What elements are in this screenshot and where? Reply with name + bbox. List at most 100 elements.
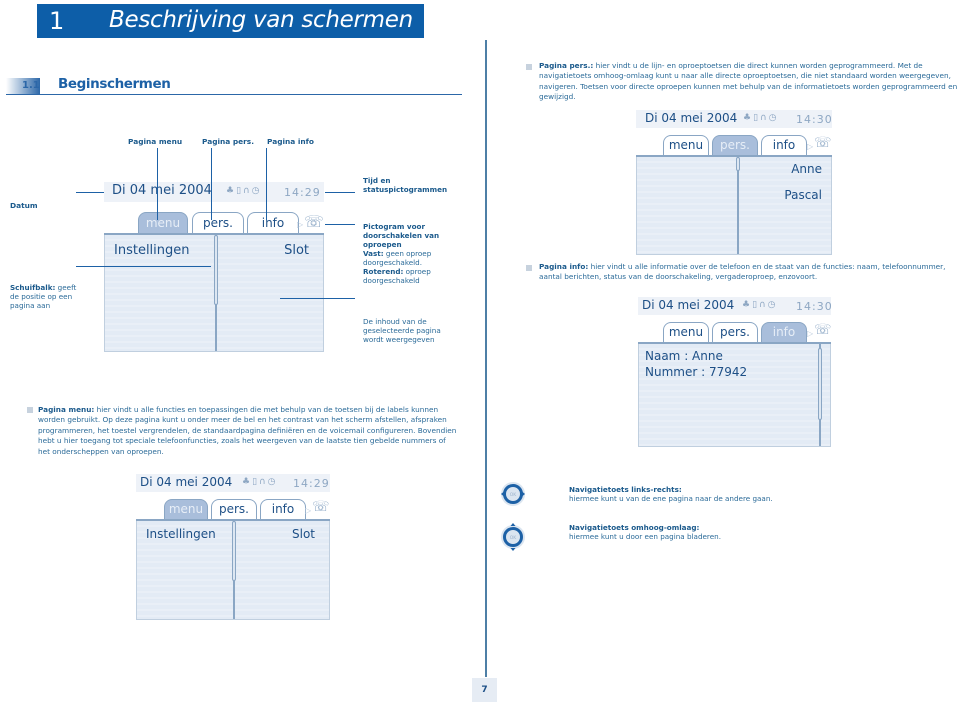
paragraph-menu-text: hier vindt u alle functies en toepassing…	[38, 405, 457, 456]
date-label: Di 04 mei 2004	[642, 298, 735, 312]
tab-label: info	[772, 325, 796, 339]
chapter-header: 1 Beschrijving van schermen	[37, 4, 424, 38]
nav-up-down-title: Navigatietoets omhoog-omlaag:	[569, 523, 700, 532]
tab-menu[interactable]: menu	[164, 499, 208, 519]
nav-key-up-down: OK	[500, 522, 526, 551]
page-content: Instellingen Slot	[136, 521, 330, 620]
column-divider	[485, 40, 487, 677]
scrollbar-thumb[interactable]	[214, 235, 218, 305]
status-bar: Di 04 mei 2004 ♣▯∩◷ 14:29	[136, 474, 330, 492]
callout-datum: Datum	[10, 201, 38, 210]
tab-info[interactable]: info	[260, 499, 306, 519]
headset-icon: ∩	[243, 186, 252, 196]
callout-roterend-bold: Roterend:	[363, 267, 404, 276]
date-label: Di 04 mei 2004	[645, 111, 738, 125]
info-phone-display: Di 04 mei 2004 ♣▯∩◷ 14:30 menu pers. inf…	[638, 297, 833, 447]
scrollbar-thumb[interactable]	[818, 348, 822, 420]
callout-line-inhoud	[280, 298, 355, 299]
nav-left-right-title: Navigatietoets links-rechts:	[569, 485, 682, 494]
tab-arrow-icon: ▷	[297, 220, 304, 229]
lock-icon: ▯	[753, 113, 761, 123]
paragraph-pers-bold: Pagina pers.:	[539, 61, 594, 70]
tab-info[interactable]: info	[761, 322, 807, 342]
nav-left-right-icon: OK	[501, 482, 525, 506]
paragraph-info-text: hier vindt u alle informatie over de tel…	[539, 262, 946, 282]
tab-pers[interactable]: pers.	[192, 212, 244, 234]
clock-icon: ◷	[267, 477, 278, 487]
callout-pagina-menu: Pagina menu	[128, 137, 183, 146]
time-label: 14:30	[796, 300, 833, 313]
pers-phone-display: Di 04 mei 2004 ♣▯∩◷ 14:30 menu pers. inf…	[636, 110, 832, 255]
status-bar: Di 04 mei 2004 ♣▯∩◷ 14:29	[104, 182, 324, 202]
clock-icon: ◷	[251, 186, 262, 196]
clock-icon: ◷	[767, 300, 778, 310]
speed-dial-pascal[interactable]: Pascal	[784, 188, 822, 202]
callout-inhoud-text: De inhoud van de geselecteerde pagina wo…	[363, 317, 441, 344]
callout-tijd: Tijd en statuspictogrammen	[363, 176, 463, 194]
bell-icon: ♣	[743, 113, 754, 123]
callout-pagina-pers: Pagina pers.	[202, 137, 255, 146]
call-forward-icon[interactable]: ☏	[312, 499, 330, 515]
tab-menu[interactable]: menu	[663, 135, 709, 155]
main-phone-display: Di 04 mei 2004 ♣▯∩◷ 14:29 menu pers. inf…	[104, 182, 324, 352]
page-number: 7	[472, 678, 497, 702]
tab-arrow-icon: ▷	[807, 329, 814, 338]
menu-item-instellingen[interactable]: Instellingen	[114, 243, 190, 258]
tab-menu[interactable]: menu	[663, 322, 709, 342]
tab-label: pers.	[219, 502, 249, 516]
tab-label: info	[772, 138, 796, 152]
status-icons: ♣▯∩◷	[226, 186, 261, 196]
bullet	[526, 265, 532, 271]
scrollbar-track[interactable]	[737, 157, 739, 254]
time-label: 14:29	[284, 186, 321, 199]
tab-label: pers.	[203, 216, 233, 230]
speed-dial-anne[interactable]: Anne	[791, 162, 822, 176]
tab-label: menu	[668, 325, 704, 339]
time-label: 14:29	[293, 477, 330, 490]
info-name: Naam : Anne	[645, 349, 723, 363]
tab-info[interactable]: info	[761, 135, 807, 155]
tab-label: menu	[668, 138, 704, 152]
callout-line-menu	[157, 148, 158, 220]
callout-line-schuifbalk	[76, 266, 211, 267]
lock-icon: ▯	[236, 186, 244, 196]
call-forward-icon[interactable]: ☏	[304, 212, 324, 231]
tab-pers[interactable]: pers.	[712, 322, 758, 342]
lock-icon: ▯	[252, 477, 260, 487]
menu-item-instellingen[interactable]: Instellingen	[146, 527, 216, 541]
tab-menu[interactable]: menu	[138, 212, 188, 234]
status-icons: ♣▯∩◷	[743, 113, 778, 123]
section-title: Beginschermen	[58, 76, 171, 92]
page-content: Naam : Anne Nummer : 77942	[638, 344, 831, 447]
callout-line-pers	[211, 148, 212, 220]
nav-up-down-icon: OK	[501, 523, 525, 551]
tab-pers[interactable]: pers.	[211, 499, 257, 519]
menu-item-slot[interactable]: Slot	[284, 243, 309, 258]
scrollbar-thumb[interactable]	[232, 521, 236, 581]
tab-pers[interactable]: pers.	[712, 135, 758, 155]
tab-info[interactable]: info	[247, 212, 299, 234]
nav-left-right-description: Navigatietoets links-rechts: hiermee kun…	[569, 485, 869, 503]
status-icons: ♣▯∩◷	[742, 300, 777, 310]
paragraph-menu-bold: Pagina menu:	[38, 405, 95, 414]
callout-line-pictogram	[325, 224, 355, 225]
tab-label: info	[271, 502, 295, 516]
tab-arrow-icon: ▷	[305, 506, 312, 515]
headset-icon: ∩	[759, 300, 768, 310]
ok-label: OK	[510, 492, 518, 498]
paragraph-info-bold: Pagina info:	[539, 262, 589, 271]
ok-label: OK	[510, 535, 518, 541]
section-divider	[6, 94, 462, 95]
tab-label: menu	[145, 216, 181, 230]
menu-item-slot[interactable]: Slot	[292, 527, 315, 541]
bell-icon: ♣	[742, 300, 753, 310]
call-forward-icon[interactable]: ☏	[814, 322, 832, 338]
headset-icon: ∩	[760, 113, 769, 123]
date-label: Di 04 mei 2004	[140, 475, 233, 489]
tab-arrow-icon: ▷	[807, 142, 814, 151]
call-forward-icon[interactable]: ☏	[814, 135, 832, 151]
callout-schuifbalk: Schuifbalk: geeft de positie op een pagi…	[10, 283, 78, 310]
nav-up-down-description: Navigatietoets omhoog-omlaag: hiermee ku…	[569, 523, 869, 541]
time-label: 14:30	[796, 113, 833, 126]
scrollbar-thumb[interactable]	[736, 157, 740, 171]
